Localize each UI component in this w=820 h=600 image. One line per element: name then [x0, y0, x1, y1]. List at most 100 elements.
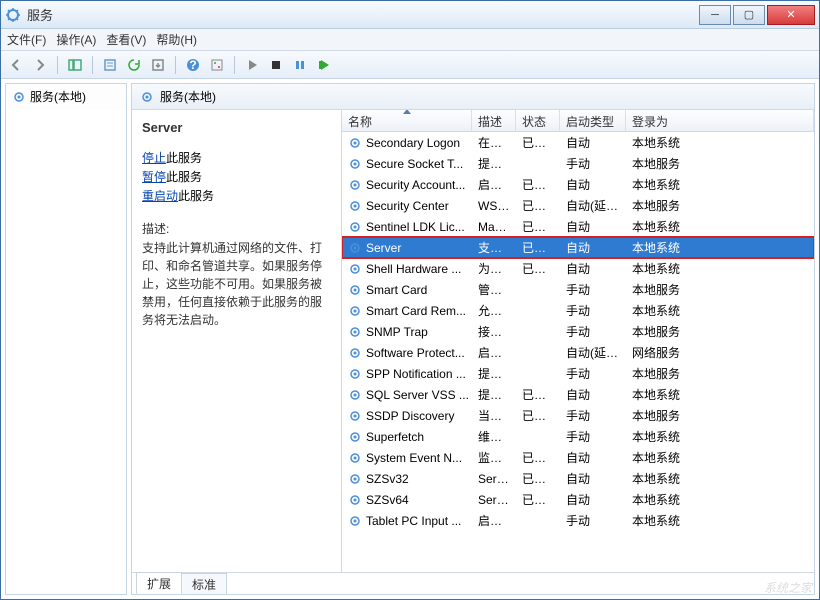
- toolbar-separator: [175, 56, 176, 74]
- gear-icon: [348, 388, 362, 402]
- gear-icon: [348, 325, 362, 339]
- tab-standard[interactable]: 标准: [181, 573, 227, 594]
- service-row[interactable]: System Event N...监视...已启动自动本地系统: [342, 447, 814, 468]
- service-row[interactable]: Security Account...启动...已启动自动本地系统: [342, 174, 814, 195]
- service-row[interactable]: SZSv64Servi...已启动自动本地系统: [342, 489, 814, 510]
- cell-desc: 提供...: [472, 155, 516, 172]
- cell-status: 已启动: [516, 239, 560, 256]
- titlebar[interactable]: 服务 ─ ▢ ✕: [1, 1, 819, 29]
- close-button[interactable]: ✕: [767, 5, 815, 25]
- service-row[interactable]: Shell Hardware ...为自...已启动自动本地系统: [342, 258, 814, 279]
- cell-status: 已启动: [516, 176, 560, 193]
- service-row[interactable]: Sentinel LDK Lic...Man...已启动自动本地系统: [342, 216, 814, 237]
- service-row[interactable]: Server支持...已启动自动本地系统: [342, 237, 814, 258]
- menu-help[interactable]: 帮助(H): [156, 31, 197, 48]
- cell-name: SSDP Discovery: [342, 409, 472, 423]
- service-row[interactable]: SPP Notification ...提供...手动本地服务: [342, 363, 814, 384]
- stop-service-link[interactable]: 停止: [142, 151, 166, 165]
- cell-name: Sentinel LDK Lic...: [342, 220, 472, 234]
- cell-desc: 启动...: [472, 176, 516, 193]
- pause-service-button[interactable]: [289, 54, 311, 76]
- cell-startup: 手动: [560, 365, 626, 382]
- col-header-status[interactable]: 状态: [516, 110, 560, 131]
- detail-pane: Server 停止此服务 暂停此服务 重启动此服务 描述: 支持此计算机通过网络…: [132, 110, 342, 572]
- cell-startup: 自动(延迟...: [560, 197, 626, 214]
- cell-name: SPP Notification ...: [342, 367, 472, 381]
- gear-icon: [348, 346, 362, 360]
- service-row[interactable]: SQL Server VSS ...提供...已启动自动本地系统: [342, 384, 814, 405]
- cell-startup: 手动: [560, 281, 626, 298]
- cell-name: Smart Card Rem...: [342, 304, 472, 318]
- restart-service-link[interactable]: 重启动: [142, 189, 178, 203]
- menu-action[interactable]: 操作(A): [56, 31, 96, 48]
- cell-startup: 手动: [560, 512, 626, 529]
- service-row[interactable]: Secure Socket T...提供...手动本地服务: [342, 153, 814, 174]
- pause-service-link[interactable]: 暂停: [142, 170, 166, 184]
- cell-logon: 本地服务: [626, 281, 814, 298]
- gear-icon: [348, 199, 362, 213]
- help-button[interactable]: ?: [182, 54, 204, 76]
- cell-desc: 启用 ...: [472, 344, 516, 361]
- cell-startup: 自动: [560, 470, 626, 487]
- toolbar-separator: [92, 56, 93, 74]
- cell-desc: Servi...: [472, 493, 516, 507]
- detail-service-name: Server: [142, 120, 333, 135]
- cell-startup: 自动: [560, 260, 626, 277]
- cell-startup: 自动: [560, 386, 626, 403]
- show-hide-tree-button[interactable]: [64, 54, 86, 76]
- menu-file[interactable]: 文件(F): [7, 31, 46, 48]
- col-header-startup[interactable]: 启动类型: [560, 110, 626, 131]
- menubar: 文件(F) 操作(A) 查看(V) 帮助(H): [1, 29, 819, 51]
- col-header-desc[interactable]: 描述: [472, 110, 516, 131]
- cell-desc: 提供...: [472, 365, 516, 382]
- service-rows[interactable]: Secondary Logon在不...已启动自动本地系统Secure Sock…: [342, 132, 814, 572]
- service-row[interactable]: Smart Card管理...手动本地服务: [342, 279, 814, 300]
- gear-icon: [348, 241, 362, 255]
- menu-view[interactable]: 查看(V): [106, 31, 146, 48]
- service-row[interactable]: Tablet PC Input ...启用 ...手动本地系统: [342, 510, 814, 531]
- stop-service-button[interactable]: [265, 54, 287, 76]
- col-header-name[interactable]: 名称: [342, 110, 472, 131]
- nav-back-button[interactable]: [5, 54, 27, 76]
- link-suffix: 此服务: [166, 151, 202, 165]
- service-row[interactable]: Secondary Logon在不...已启动自动本地系统: [342, 132, 814, 153]
- tree-root-item[interactable]: 服务(本地): [6, 84, 126, 109]
- toolbar-separator: [234, 56, 235, 74]
- service-row[interactable]: SSDP Discovery当发...已启动手动本地服务: [342, 405, 814, 426]
- service-row[interactable]: Smart Card Rem...允许...手动本地系统: [342, 300, 814, 321]
- cell-name: Secondary Logon: [342, 136, 472, 150]
- desc-label: 描述:: [142, 220, 333, 237]
- cell-startup: 手动: [560, 302, 626, 319]
- right-body: Server 停止此服务 暂停此服务 重启动此服务 描述: 支持此计算机通过网络…: [132, 110, 814, 572]
- toolbar: ?: [1, 51, 819, 79]
- col-header-logon[interactable]: 登录为: [626, 110, 814, 131]
- start-service-button[interactable]: [241, 54, 263, 76]
- restart-service-button[interactable]: [313, 54, 335, 76]
- right-pane-title: 服务(本地): [160, 88, 216, 105]
- minimize-button[interactable]: ─: [699, 5, 731, 25]
- refresh-button[interactable]: [123, 54, 145, 76]
- cell-status: 已启动: [516, 218, 560, 235]
- properties-button[interactable]: [99, 54, 121, 76]
- tab-extended[interactable]: 扩展: [136, 572, 182, 594]
- service-row[interactable]: SNMP Trap接收...手动本地服务: [342, 321, 814, 342]
- service-row[interactable]: Superfetch维护...手动本地系统: [342, 426, 814, 447]
- maximize-button[interactable]: ▢: [733, 5, 765, 25]
- action-button[interactable]: [206, 54, 228, 76]
- cell-status: 已启动: [516, 470, 560, 487]
- toolbar-separator: [57, 56, 58, 74]
- link-suffix: 此服务: [166, 170, 202, 184]
- export-list-button[interactable]: [147, 54, 169, 76]
- service-row[interactable]: Security CenterWSC...已启动自动(延迟...本地服务: [342, 195, 814, 216]
- service-row[interactable]: SZSv32Servi...已启动自动本地系统: [342, 468, 814, 489]
- cell-startup: 自动: [560, 176, 626, 193]
- tree-pane[interactable]: 服务(本地): [5, 83, 127, 595]
- nav-forward-button[interactable]: [29, 54, 51, 76]
- cell-startup: 自动: [560, 449, 626, 466]
- window: 服务 ─ ▢ ✕ 文件(F) 操作(A) 查看(V) 帮助(H) ?: [0, 0, 820, 600]
- cell-startup: 手动: [560, 428, 626, 445]
- gear-icon: [348, 493, 362, 507]
- cell-name: Secure Socket T...: [342, 157, 472, 171]
- cell-logon: 本地系统: [626, 428, 814, 445]
- service-row[interactable]: Software Protect...启用 ...自动(延迟...网络服务: [342, 342, 814, 363]
